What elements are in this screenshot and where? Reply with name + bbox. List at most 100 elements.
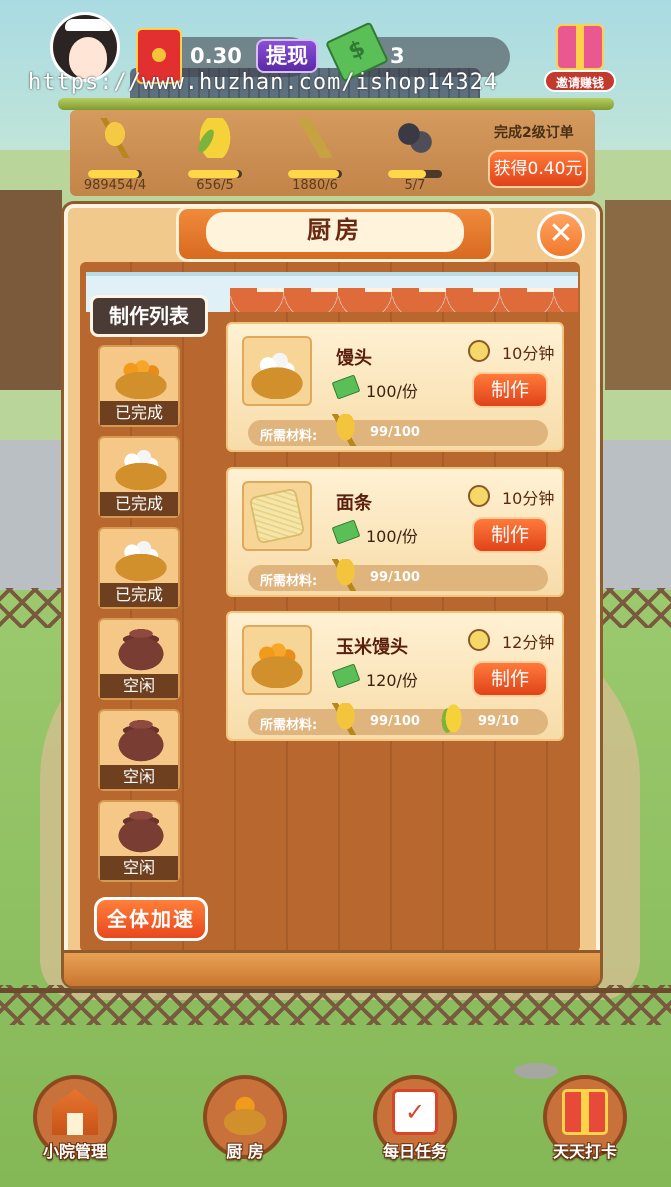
- recipe-card: 玉米馒头 12分钟 120/份 制作 所需材料: 99/100 99/10: [226, 611, 564, 741]
- recipe-card: 馒头 10分钟 100/份 制作 所需材料: 99/100: [226, 322, 564, 452]
- fence-rail: [0, 988, 671, 993]
- production-list-title: 制作列表: [90, 295, 208, 337]
- slot-status: 空闲: [100, 765, 178, 789]
- invite-button[interactable]: 邀请赚钱: [544, 22, 616, 94]
- gift-icon: [556, 24, 604, 70]
- resource-count: 1880/6: [292, 178, 338, 193]
- make-button[interactable]: 制作: [472, 372, 548, 408]
- awning-scallop: [230, 292, 578, 312]
- wheat-icon: [328, 703, 360, 735]
- production-slot[interactable]: 空闲: [98, 709, 180, 791]
- resource-count: 989454/4: [83, 178, 147, 193]
- white-bun-steamer-icon: [113, 533, 169, 581]
- materials-label: 所需材料:: [260, 574, 318, 589]
- clay-pot-icon: [113, 806, 169, 854]
- fence-left: [0, 588, 70, 628]
- nav-yard-management[interactable]: 小院管理: [30, 1075, 120, 1167]
- noodle-icon: [248, 487, 306, 545]
- nav-label: 小院管理: [42, 1142, 107, 1161]
- recipe-time: 12分钟: [502, 633, 555, 652]
- order-label: 完成2级订单: [494, 125, 574, 141]
- slot-status: 空闲: [100, 674, 178, 698]
- recipe-thumbnail: [242, 625, 312, 695]
- make-button[interactable]: 制作: [472, 517, 548, 553]
- recipe-price: 100/份: [366, 527, 418, 546]
- watermark: https://www.huzhan.com/ishop14324: [28, 70, 499, 95]
- resource-bean: 5/7: [370, 118, 460, 193]
- corn-bun-steamer-icon: [113, 351, 169, 399]
- recipe-name: 面条: [336, 493, 372, 514]
- clock-icon: [468, 340, 490, 362]
- bamboo-pole: [58, 98, 614, 110]
- withdraw-button[interactable]: 提现: [256, 39, 318, 73]
- recipe-name: 玉米馒头: [336, 637, 408, 658]
- make-button[interactable]: 制作: [472, 661, 548, 697]
- resource-wheat: 989454/4: [70, 118, 160, 193]
- clay-pot-icon: [113, 715, 169, 763]
- nav-label: 厨 房: [226, 1142, 264, 1161]
- production-slot[interactable]: 空闲: [98, 800, 180, 882]
- reward-button[interactable]: 获得0.40元: [488, 150, 588, 188]
- production-slot[interactable]: 已完成: [98, 436, 180, 518]
- wheat-icon: [328, 559, 360, 591]
- slot-status: 已完成: [100, 492, 178, 516]
- production-slot[interactable]: 空闲: [98, 618, 180, 700]
- cash-icon: [331, 663, 361, 689]
- recipe-thumbnail: [242, 336, 312, 406]
- slot-status: 已完成: [100, 583, 178, 607]
- resource-corn: 656/5: [170, 118, 260, 193]
- wheat-icon: [328, 414, 360, 446]
- gift-icon: [562, 1089, 608, 1135]
- steamer-icon: [222, 1089, 268, 1135]
- kitchen-title: 厨房: [307, 216, 363, 244]
- materials-label: 所需材料:: [260, 429, 318, 444]
- nav-daily-tasks[interactable]: 每日任务: [370, 1075, 460, 1167]
- clock-icon: [468, 629, 490, 651]
- red-packet-amount: 0.30: [190, 44, 242, 68]
- invite-label: 邀请赚钱: [544, 70, 616, 92]
- resource-wheat-bundle: 1880/6: [270, 118, 360, 193]
- cash-amount: 3: [390, 44, 405, 68]
- wheat-icon: [95, 118, 135, 158]
- recipe-time: 10分钟: [502, 489, 555, 508]
- white-bun-steamer-icon: [113, 442, 169, 490]
- nav-label: 每日任务: [382, 1142, 447, 1161]
- recipe-card: 面条 10分钟 100/份 制作 所需材料: 99/100: [226, 467, 564, 597]
- maid-cap: [65, 19, 111, 31]
- recipe-thumbnail: [242, 481, 312, 551]
- recipe-name: 馒头: [336, 348, 372, 369]
- nav-label: 天天打卡: [552, 1142, 617, 1161]
- fence-right: [600, 588, 671, 628]
- calendar-icon: [392, 1089, 438, 1135]
- nav-kitchen[interactable]: 厨 房: [200, 1075, 290, 1167]
- corn-bun-steamer-icon: [249, 632, 305, 688]
- recipe-price: 100/份: [366, 382, 418, 401]
- resource-bar: [388, 170, 442, 178]
- right-hut: [605, 200, 671, 390]
- cash-icon: [331, 374, 361, 400]
- recipe-time: 10分钟: [502, 344, 555, 363]
- production-slot[interactable]: 已完成: [98, 527, 180, 609]
- resource-count: 5/7: [404, 178, 426, 193]
- slot-status: 已完成: [100, 401, 178, 425]
- speed-up-all-button[interactable]: 全体加速: [94, 897, 208, 941]
- bean-icon: [395, 118, 435, 158]
- corn-icon: [436, 703, 468, 735]
- production-slot[interactable]: 已完成: [98, 345, 180, 427]
- material-count: 99/10: [478, 714, 519, 729]
- clock-icon: [468, 485, 490, 507]
- clay-pot-icon: [113, 624, 169, 672]
- material-count: 99/100: [370, 570, 420, 585]
- material-count: 99/100: [370, 425, 420, 440]
- recipe-price: 120/份: [366, 671, 418, 690]
- close-button[interactable]: ✕: [537, 211, 585, 259]
- resource-bar: [188, 170, 242, 178]
- close-icon: ✕: [548, 216, 574, 251]
- material-count: 99/100: [370, 714, 420, 729]
- resource-bar: [288, 170, 342, 178]
- white-bun-steamer-icon: [249, 343, 305, 399]
- resource-count: 656/5: [196, 178, 234, 193]
- cash-icon: [331, 519, 361, 545]
- nav-daily-checkin[interactable]: 天天打卡: [540, 1075, 630, 1167]
- left-hut: [0, 190, 62, 390]
